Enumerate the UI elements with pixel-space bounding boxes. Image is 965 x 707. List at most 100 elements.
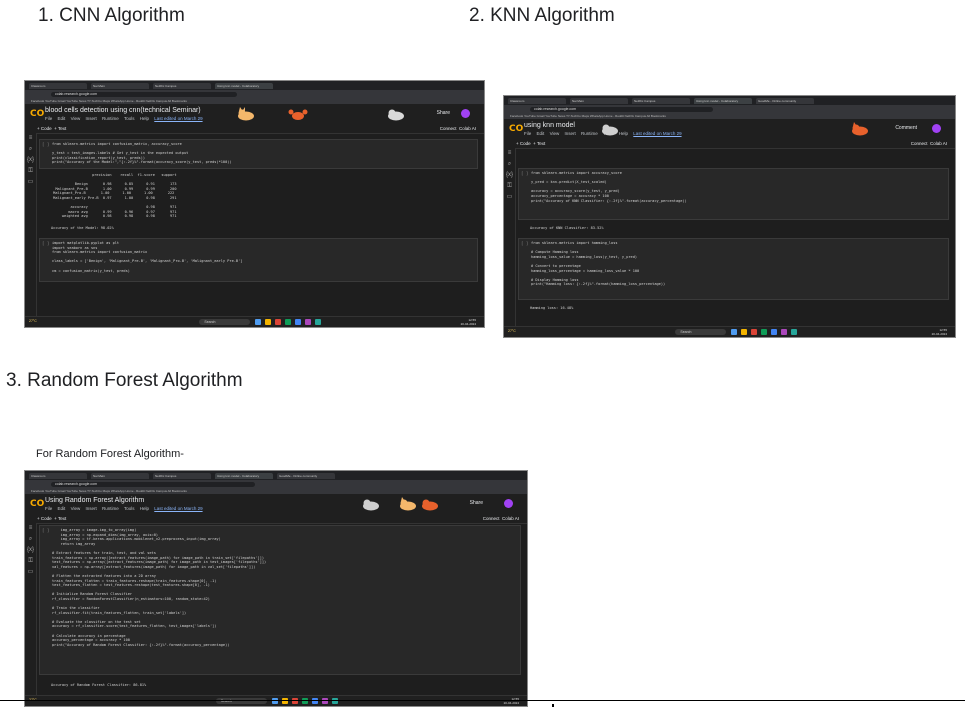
browser-tab-active[interactable]: Using knn model - Colaboratory bbox=[215, 472, 273, 479]
run-cell-icon[interactable]: [ ] bbox=[521, 171, 528, 176]
comment-button[interactable]: Comment bbox=[895, 125, 917, 131]
folder-icon[interactable]: ▭ bbox=[504, 192, 515, 203]
taskbar-search[interactable]: Search bbox=[675, 329, 727, 335]
code-cell[interactable]: [ ] img_array = image.img_to_array(img) … bbox=[39, 525, 521, 675]
app-icon[interactable] bbox=[285, 319, 292, 325]
browser-tab[interactable]: Classroom bbox=[508, 97, 566, 104]
avatar[interactable] bbox=[504, 499, 513, 508]
app-icon[interactable] bbox=[311, 698, 318, 704]
app-icon[interactable] bbox=[265, 319, 272, 325]
variables-icon[interactable]: {x} bbox=[504, 170, 515, 181]
menu-runtime[interactable]: Runtime bbox=[581, 131, 598, 136]
browser-tab[interactable]: Classroom bbox=[29, 82, 87, 89]
weather-widget[interactable]: 27°C bbox=[508, 329, 516, 333]
menu-view[interactable]: View bbox=[71, 506, 81, 511]
browser-tab-active[interactable]: Using knn model - Colaboratory bbox=[215, 82, 273, 89]
browser-tab[interactable]: Classroom bbox=[29, 472, 87, 479]
menu-edit[interactable]: Edit bbox=[537, 131, 545, 136]
connect-button[interactable]: Connect bbox=[440, 126, 457, 131]
notebook-title[interactable]: Using Random Forest Algorithm bbox=[45, 497, 144, 504]
app-icon[interactable] bbox=[271, 698, 278, 704]
add-code-button[interactable]: + Code bbox=[516, 141, 531, 146]
app-icon[interactable] bbox=[751, 329, 758, 335]
browser-tab[interactable]: Nai Mein bbox=[570, 97, 628, 104]
code-cell[interactable]: [ ] from sklearn.metrics import confusio… bbox=[39, 139, 478, 169]
menu-file[interactable]: File bbox=[524, 131, 531, 136]
menu-insert[interactable]: Insert bbox=[86, 506, 97, 511]
app-icon[interactable] bbox=[255, 319, 262, 325]
taskbar-clock[interactable]: 12:55 20-04-2024 bbox=[932, 328, 947, 336]
taskbar-search[interactable]: Search bbox=[215, 698, 267, 704]
add-text-button[interactable]: + Text bbox=[533, 141, 545, 146]
app-icon[interactable] bbox=[731, 329, 738, 335]
url-field[interactable]: colab.research.google.com bbox=[51, 481, 255, 487]
run-cell-icon[interactable]: [ ] bbox=[42, 528, 49, 533]
app-icon[interactable] bbox=[321, 698, 328, 704]
app-icon[interactable] bbox=[301, 698, 308, 704]
key-icon[interactable]: ⚿ bbox=[504, 181, 515, 192]
menu-view[interactable]: View bbox=[550, 131, 560, 136]
browser-tab[interactable]: GoodMe - Online community bbox=[277, 472, 335, 479]
code-cell[interactable]: [ ] import matplotlib.pyplot as plt impor… bbox=[39, 238, 478, 282]
browser-tab[interactable]: Nai Mein bbox=[91, 472, 149, 479]
colab-ai-button[interactable]: Colab AI bbox=[930, 141, 947, 146]
menu-icon[interactable]: ≡ bbox=[504, 148, 515, 159]
notebook-title[interactable]: blood cells detection using cnn(technica… bbox=[45, 107, 201, 114]
menu-help[interactable]: Help bbox=[140, 506, 149, 511]
add-code-button[interactable]: + Code bbox=[37, 516, 52, 521]
colab-ai-button[interactable]: Colab AI bbox=[459, 126, 476, 131]
add-text-button[interactable]: + Text bbox=[54, 126, 66, 131]
connect-button[interactable]: Connect bbox=[911, 141, 928, 146]
app-icon[interactable] bbox=[275, 319, 282, 325]
app-icon[interactable] bbox=[741, 329, 748, 335]
menu-runtime[interactable]: Runtime bbox=[102, 116, 119, 121]
app-icon[interactable] bbox=[771, 329, 778, 335]
app-icon[interactable] bbox=[791, 329, 798, 335]
app-icon[interactable] bbox=[291, 698, 298, 704]
menu-view[interactable]: View bbox=[71, 116, 81, 121]
app-icon[interactable] bbox=[331, 698, 338, 704]
run-cell-icon[interactable]: [ ] bbox=[42, 142, 49, 147]
browser-tab[interactable]: NetFlix Campus bbox=[632, 97, 690, 104]
browser-tab-active[interactable]: Using knn model - Colaboratory bbox=[694, 97, 752, 104]
add-text-button[interactable]: + Text bbox=[54, 516, 66, 521]
menu-file[interactable]: File bbox=[45, 506, 52, 511]
taskbar-clock[interactable]: 12:55 20-04-2024 bbox=[461, 318, 476, 326]
run-cell-icon[interactable]: [ ] bbox=[521, 241, 528, 246]
key-icon[interactable]: ⚿ bbox=[25, 166, 36, 177]
share-button[interactable]: Share bbox=[437, 110, 450, 116]
browser-tab[interactable]: NetFlix Campus bbox=[153, 82, 211, 89]
menu-edit[interactable]: Edit bbox=[58, 116, 66, 121]
taskbar-search[interactable]: Search bbox=[199, 319, 251, 325]
last-edited-link[interactable]: Last edited on March 29 bbox=[633, 131, 681, 136]
app-icon[interactable] bbox=[305, 319, 312, 325]
app-icon[interactable] bbox=[295, 319, 302, 325]
add-code-button[interactable]: + Code bbox=[37, 126, 52, 131]
menu-help[interactable]: Help bbox=[140, 116, 149, 121]
url-field[interactable]: colab.research.google.com bbox=[530, 106, 713, 112]
menu-file[interactable]: File bbox=[45, 116, 52, 121]
app-icon[interactable] bbox=[781, 329, 788, 335]
menu-icon[interactable]: ≡ bbox=[25, 133, 36, 144]
folder-icon[interactable]: ▭ bbox=[25, 177, 36, 188]
browser-tab[interactable]: Nai Mein bbox=[91, 82, 149, 89]
app-icon[interactable] bbox=[281, 698, 288, 704]
menu-insert[interactable]: Insert bbox=[86, 116, 97, 121]
code-cell[interactable]: [ ] from sklearn.metrics import accuracy… bbox=[518, 168, 949, 220]
notebook-title[interactable]: using knn model bbox=[524, 122, 575, 129]
folder-icon[interactable]: ▭ bbox=[25, 567, 36, 578]
menu-insert[interactable]: Insert bbox=[565, 131, 576, 136]
app-icon[interactable] bbox=[315, 319, 322, 325]
avatar[interactable] bbox=[932, 124, 941, 133]
share-button[interactable]: Share bbox=[470, 500, 483, 506]
browser-tab[interactable]: GoodMe - Online community bbox=[756, 97, 814, 104]
connect-button[interactable]: Connect bbox=[483, 516, 500, 521]
key-icon[interactable]: ⚿ bbox=[25, 556, 36, 567]
app-icon[interactable] bbox=[761, 329, 768, 335]
last-edited-link[interactable]: Last edited on March 29 bbox=[154, 506, 202, 511]
run-cell-icon[interactable]: [ ] bbox=[42, 241, 49, 246]
code-cell[interactable]: [ ] from sklearn.metrics import hamming_… bbox=[518, 238, 949, 300]
variables-icon[interactable]: {x} bbox=[25, 545, 36, 556]
colab-ai-button[interactable]: Colab AI bbox=[502, 516, 519, 521]
menu-icon[interactable]: ≡ bbox=[25, 523, 36, 534]
